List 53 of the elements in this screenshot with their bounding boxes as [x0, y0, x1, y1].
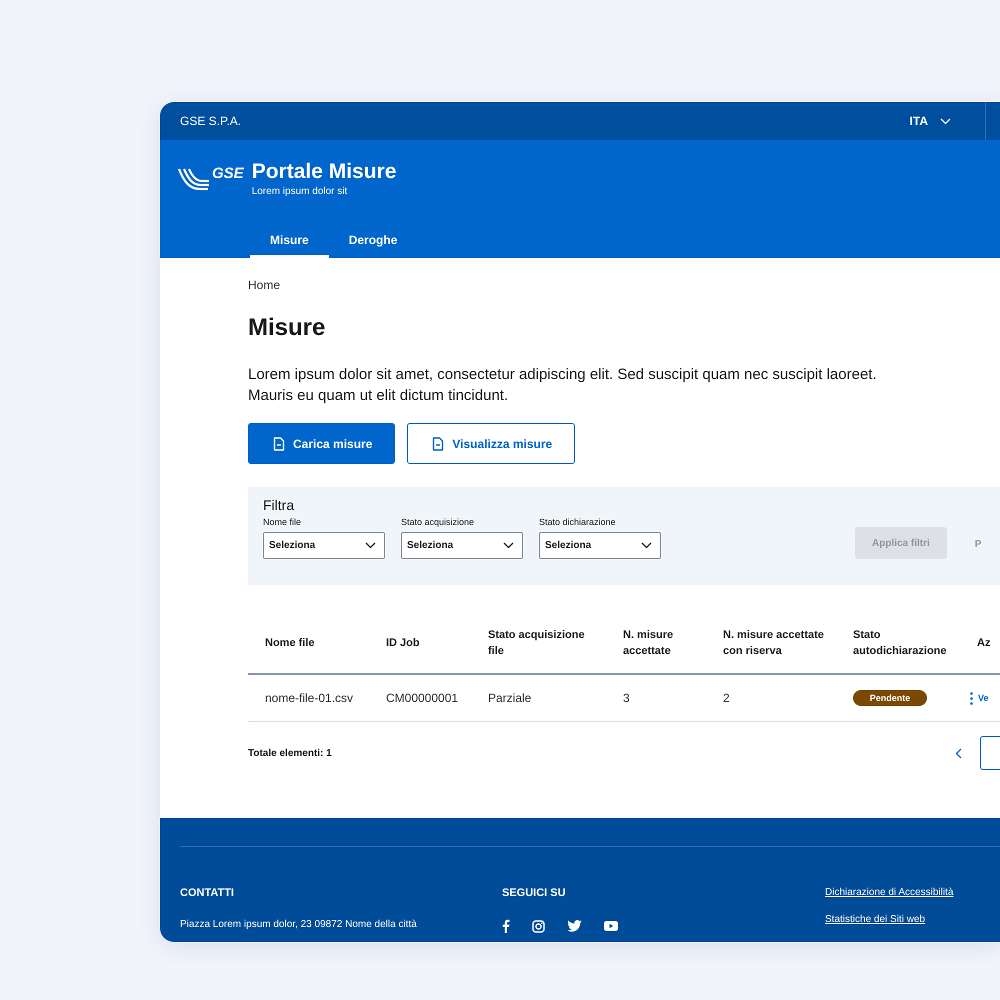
filter-title: Filtra	[263, 497, 296, 513]
action-link[interactable]: Ve	[978, 693, 989, 703]
portal-title: Portale Misure	[252, 160, 396, 184]
select-field[interactable]: Seleziona	[263, 532, 385, 559]
table-cell: 3	[623, 691, 630, 705]
table-cell: nome-file-01.csv	[265, 691, 354, 705]
column-header: Nome file	[265, 636, 315, 651]
logo-text: GSE	[212, 165, 244, 182]
footer-heading: CONTATTI	[180, 887, 235, 899]
select-field[interactable]: Seleziona	[539, 532, 661, 559]
filter-label: Nome file	[263, 517, 302, 527]
portal-subtitle: Lorem ipsum dolor sit	[252, 186, 348, 197]
table-cell: Parziale	[488, 691, 532, 705]
instagram-icon[interactable]	[532, 920, 545, 932]
footer-address: Piazza Lorem ipsum dolor, 23 09872 Nome della città	[180, 919, 418, 930]
upload-button[interactable]: Carica misure	[248, 423, 396, 464]
column-header: N. misure accettate con riserva	[723, 628, 825, 659]
chevron-down-icon	[940, 118, 951, 124]
chevron-down-icon	[641, 542, 652, 549]
youtube-icon[interactable]	[604, 921, 618, 931]
more-vertical-icon[interactable]	[970, 692, 973, 704]
chevron-left-icon	[955, 748, 962, 758]
table-cell: 2	[723, 691, 730, 705]
document-icon	[273, 436, 285, 450]
breadcrumb-link[interactable]: Home	[248, 278, 1000, 292]
chevron-down-icon	[365, 542, 376, 549]
view-button[interactable]: Visualizza misure	[407, 423, 576, 464]
status-badge: Pendente	[853, 690, 927, 706]
column-header: Stato autodichiarazione	[853, 628, 948, 659]
table-cell: CM00000001	[386, 691, 458, 705]
column-header: ID Job	[386, 636, 420, 651]
facebook-icon[interactable]	[502, 919, 510, 933]
page-title: Misure	[248, 314, 326, 342]
column-header: Stato acquisizione file	[488, 628, 586, 659]
language-selector[interactable]: ITA	[910, 114, 928, 128]
select-field[interactable]: Seleziona	[401, 532, 523, 559]
previous-page-button[interactable]	[955, 748, 962, 758]
footer-link[interactable]: Statistiche dei Siti web	[825, 914, 1000, 925]
nav-tab[interactable]: Misure	[250, 227, 329, 258]
company-name: GSE S.P.A.	[180, 114, 242, 128]
page-button[interactable]	[980, 736, 1000, 770]
page-description: Lorem ipsum dolor sit amet, consectetur adipiscing elit. Sed suscipit quam nec suscipit laoreet. Mauris eu quam ut elit dictum tincidunt.	[248, 365, 878, 406]
column-header: N. misure accettate	[623, 628, 674, 659]
document-icon	[432, 436, 444, 450]
footer-heading: SEGUICI SU	[502, 887, 567, 899]
chevron-down-icon	[503, 542, 514, 549]
nav-tab[interactable]: Deroghe	[328, 227, 418, 258]
twitter-icon[interactable]	[567, 920, 582, 932]
total-count: Totale elementi: 1	[248, 748, 333, 758]
filter-label: Stato acquisizione	[401, 517, 476, 527]
filter-label: Stato dichiarazione	[539, 517, 617, 527]
footer-link[interactable]: Dichiarazione di Accessibilità	[825, 887, 1000, 898]
column-header: Az	[977, 636, 990, 651]
